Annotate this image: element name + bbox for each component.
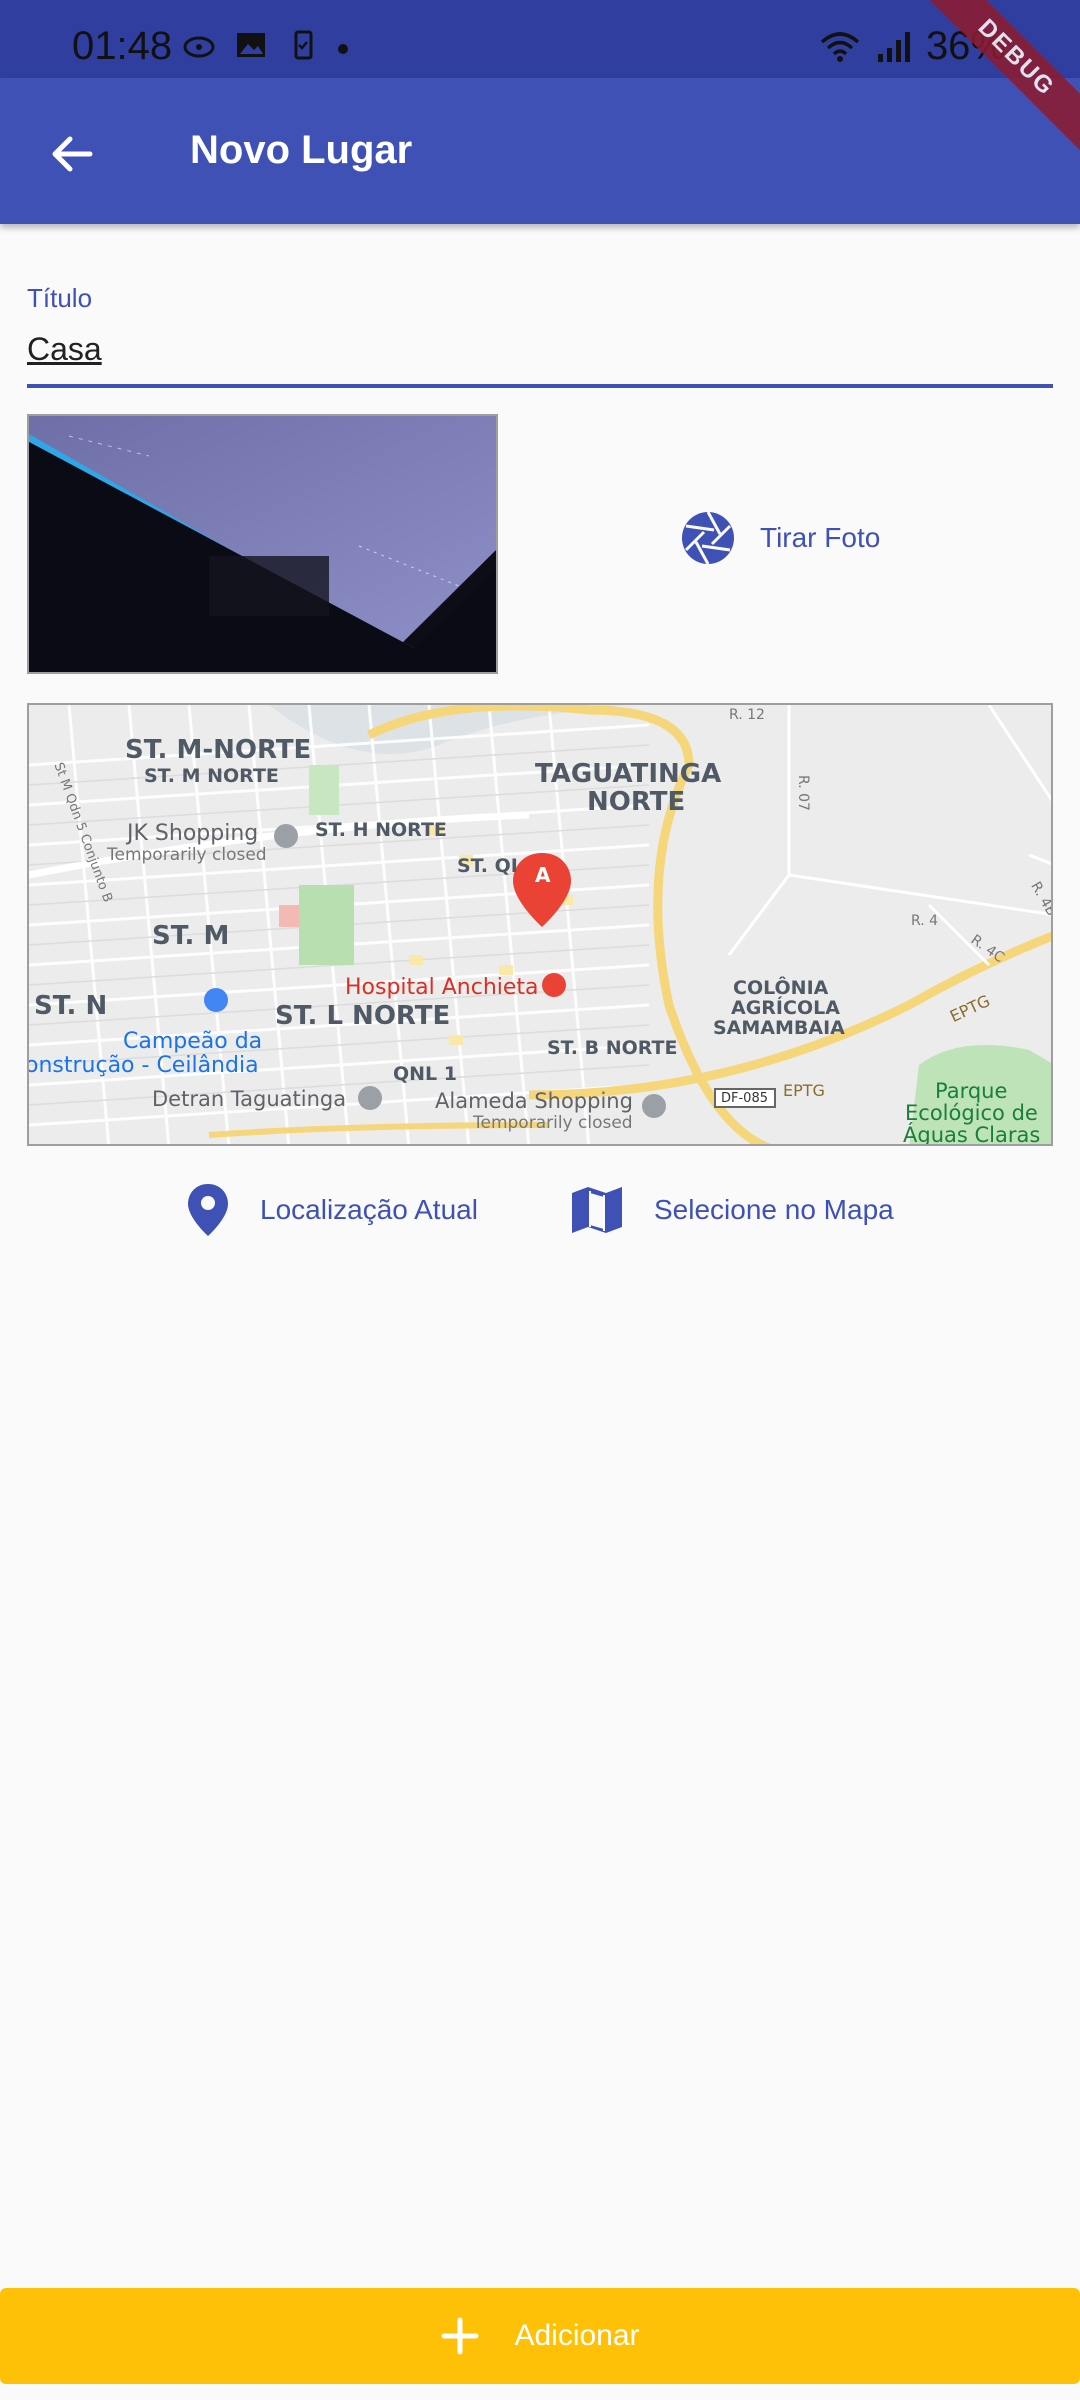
select-on-map-label: Selecione no Mapa (654, 1194, 894, 1225)
add-button-label: Adicionar (514, 2319, 640, 2352)
map-label: ST. M NORTE (144, 765, 279, 787)
plus-icon (441, 2317, 479, 2355)
title-field-underline (27, 384, 1053, 388)
map-label: Temporarily closed (107, 845, 267, 865)
current-location-label: Localização Atual (260, 1194, 478, 1225)
current-location-button[interactable]: Localização Atual (186, 1180, 478, 1240)
map-label: Parque (935, 1079, 1008, 1103)
map-preview[interactable]: ST. M-NORTE ST. M NORTE TAGUATINGA NORTE… (27, 703, 1053, 1146)
map-label: R. 07 (794, 775, 811, 811)
map-label: Ecológico de (905, 1101, 1038, 1125)
title-field[interactable] (27, 314, 1053, 384)
map-label: ST. N (34, 991, 108, 1021)
location-actions: Localização Atual Selecione no Mapa (0, 1180, 1080, 1240)
photo-thumbnail (29, 416, 496, 672)
status-notification-icons (182, 30, 320, 60)
status-time: 01:48 (72, 24, 173, 68)
map-label: ST. M-NORTE (125, 735, 312, 765)
map-label: Temporarily closed (473, 1113, 633, 1133)
location-pin-icon (188, 1184, 228, 1236)
select-on-map-button[interactable]: Selecione no Mapa (570, 1180, 894, 1240)
map-label: TAGUATINGA (535, 759, 722, 789)
map-label: ST. QI (457, 855, 518, 877)
map-label: COLÔNIA (733, 977, 829, 999)
map-label: AGRÍCOLA (731, 997, 840, 1019)
map-label: R. 4 (911, 913, 939, 929)
map-label: DF-085 (721, 1091, 768, 1106)
take-photo-button[interactable]: Tirar Foto (680, 510, 880, 566)
camera-shutter-icon (682, 511, 734, 565)
title-field-label: Título (27, 283, 93, 313)
map-label: Campeão da (123, 1029, 263, 1054)
map-label: ST. L NORTE (275, 1001, 451, 1031)
map-label: EPTG (783, 1081, 825, 1100)
map-label: R. 12 (729, 707, 765, 723)
photo-preview (27, 414, 498, 674)
map-label: Alameda Shopping (435, 1089, 633, 1113)
signal-icon (877, 31, 910, 62)
map-label: JK Shopping (127, 821, 259, 846)
arrow-back-icon (52, 136, 93, 172)
map-label: ST. H NORTE (315, 819, 447, 841)
map-label: ST. B NORTE (547, 1037, 678, 1059)
add-button[interactable]: Adicionar (0, 2288, 1080, 2384)
map-label: ST. M (152, 921, 230, 951)
map-marker-label: A (535, 863, 551, 887)
map-label: SAMAMBAIA (713, 1017, 845, 1039)
map-label: QNL 1 (393, 1063, 457, 1085)
take-photo-label: Tirar Foto (760, 522, 881, 553)
map-label: NORTE (587, 787, 686, 817)
map-icon (572, 1187, 622, 1233)
status-dot (338, 44, 348, 54)
status-bar: 01:48 36% DEBUG (0, 0, 1080, 157)
map-label: onstrução - Ceilândia (27, 1053, 259, 1078)
map-label: Detran Taguatinga (152, 1087, 347, 1111)
wifi-icon (820, 31, 860, 62)
map-label: Águas Claras (903, 1123, 1041, 1146)
back-button[interactable] (36, 118, 108, 190)
phone-check-icon (294, 30, 313, 60)
map-label: Hospital Anchieta (345, 975, 539, 1000)
app-bar: Novo Lugar (0, 78, 1080, 224)
notification-app-icon (183, 36, 215, 58)
image-icon (237, 33, 265, 57)
page-title: Novo Lugar (190, 128, 413, 172)
